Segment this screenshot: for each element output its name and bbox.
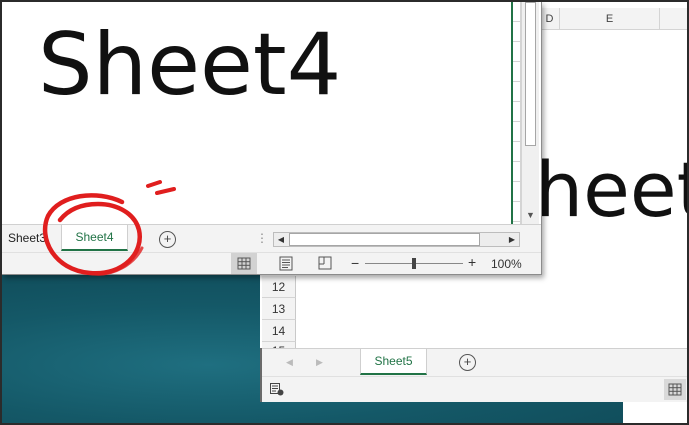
row-gridlines bbox=[513, 2, 521, 224]
macro-recorder-icon[interactable] bbox=[270, 383, 284, 396]
sheet4-cell-text: Sheet4 bbox=[38, 15, 342, 115]
sheet-tab-sheet3[interactable]: Sheet3 bbox=[8, 225, 60, 251]
row-header-13[interactable]: 13 bbox=[262, 298, 296, 320]
horizontal-scrollbar[interactable]: ◀ ▶ bbox=[273, 232, 520, 247]
window-background bbox=[623, 402, 687, 423]
sheet-tab-bar: Sheet3 Sheet4 + ⋮ ◀ ▶ bbox=[2, 224, 541, 252]
screenshot-frame: D E heet 12 13 14 15 ◀ ▶ Sheet5 + bbox=[0, 0, 689, 425]
scroll-left-icon[interactable]: ◀ bbox=[274, 233, 288, 246]
vertical-scrollbar[interactable]: ▼ bbox=[521, 2, 539, 224]
normal-view-icon bbox=[668, 383, 682, 396]
sheet-tab-sheet5[interactable]: Sheet5 bbox=[360, 349, 427, 375]
page-layout-view-button[interactable] bbox=[273, 253, 299, 274]
row-header-12[interactable]: 12 bbox=[262, 276, 296, 298]
tab-split-handle-icon[interactable]: ⋮ bbox=[256, 232, 268, 244]
page-break-preview-button[interactable] bbox=[312, 253, 338, 274]
scroll-right-icon[interactable]: ▶ bbox=[316, 357, 323, 368]
sheet5-cell-text: heet bbox=[535, 145, 687, 234]
row-header-14[interactable]: 14 bbox=[262, 320, 296, 342]
column-header-d[interactable]: D bbox=[540, 8, 560, 30]
add-sheet-button[interactable]: + bbox=[459, 354, 476, 371]
zoom-level[interactable]: 100% bbox=[491, 257, 522, 271]
add-sheet-button[interactable]: + bbox=[159, 231, 176, 248]
horizontal-scroll-thumb[interactable] bbox=[289, 233, 480, 246]
scroll-down-icon[interactable]: ▼ bbox=[526, 210, 535, 220]
scroll-right-icon[interactable]: ▶ bbox=[505, 233, 519, 246]
normal-view-button[interactable] bbox=[664, 379, 686, 400]
window-edge bbox=[260, 348, 262, 402]
zoom-in-button[interactable]: + bbox=[468, 254, 476, 270]
normal-view-icon bbox=[237, 257, 251, 270]
excel-window-sheet4[interactable]: Sheet4 ▼ Sheet3 Sheet4 + ⋮ ◀ ▶ − + 100% bbox=[2, 2, 542, 275]
sheet-tab-bar: ◀ ▶ Sheet5 + bbox=[260, 348, 687, 376]
scroll-left-icon[interactable]: ◀ bbox=[286, 357, 293, 368]
zoom-out-button[interactable]: − bbox=[351, 255, 359, 271]
normal-view-button[interactable] bbox=[231, 253, 257, 274]
page-layout-icon bbox=[279, 256, 293, 271]
vertical-scroll-thumb[interactable] bbox=[525, 2, 536, 146]
status-bar: − + 100% bbox=[2, 252, 541, 274]
status-bar bbox=[260, 376, 687, 402]
zoom-slider-thumb[interactable] bbox=[412, 258, 416, 269]
column-header-e[interactable]: E bbox=[560, 8, 660, 30]
sheet-tab-sheet4[interactable]: Sheet4 bbox=[61, 225, 128, 251]
page-break-icon bbox=[318, 256, 332, 270]
